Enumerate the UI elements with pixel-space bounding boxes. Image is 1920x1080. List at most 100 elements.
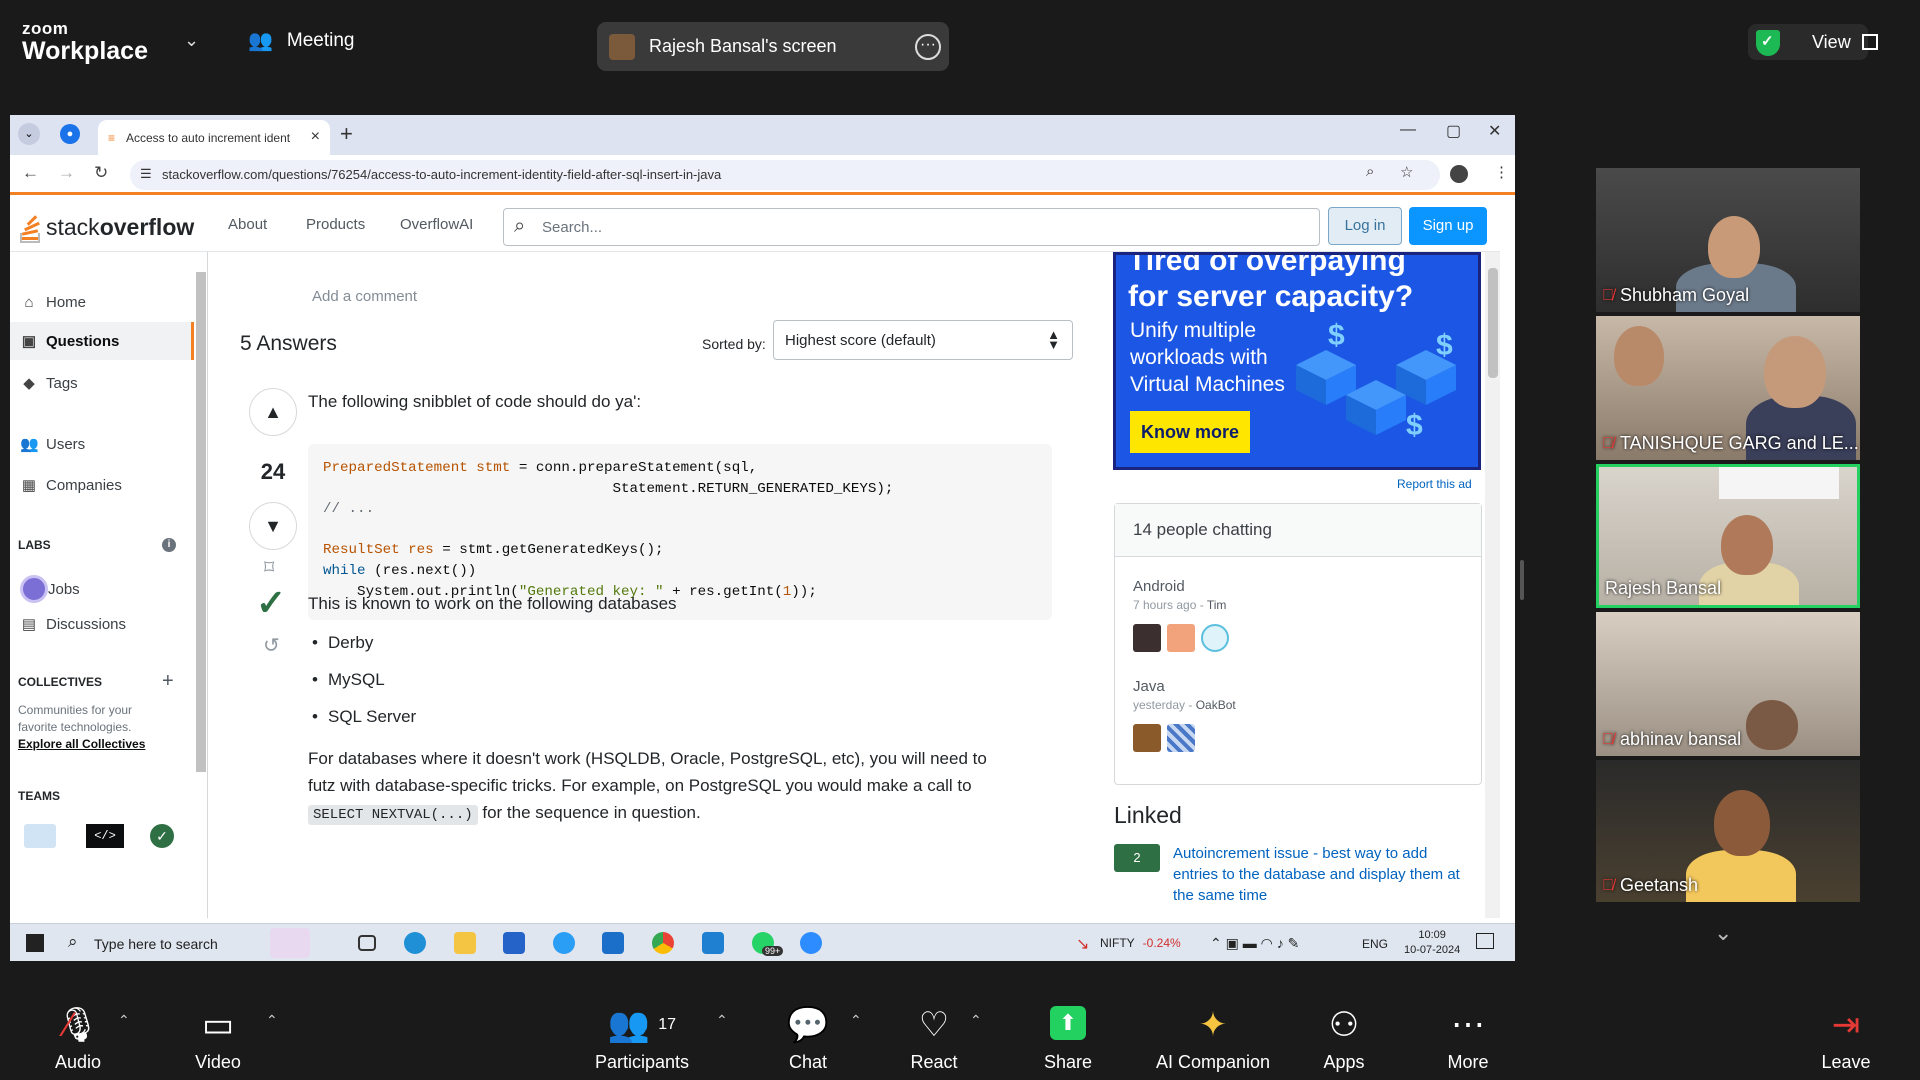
profile-icon[interactable]: ● <box>60 124 80 144</box>
url-field[interactable]: ☰ stackoverflow.com/questions/76254/acce… <box>130 160 1440 190</box>
close-window-icon[interactable]: ✕ <box>1488 121 1501 141</box>
participant-tile[interactable]: 🎙̸ Geetansh <box>1596 760 1860 902</box>
nav-overflowai[interactable]: OverflowAI <box>400 216 473 233</box>
edge-icon[interactable] <box>404 932 426 954</box>
nifty-ticker[interactable]: NIFTY -0.24% <box>1100 936 1181 950</box>
more-options-icon[interactable]: ··· <box>915 34 941 60</box>
audio-label: Audio <box>54 1052 102 1072</box>
maximize-icon[interactable]: ▢ <box>1446 121 1461 141</box>
minimize-icon[interactable]: — <box>1400 121 1416 139</box>
user-avatar[interactable] <box>1201 624 1229 652</box>
more-button[interactable]: ⋯ More <box>1430 990 1506 1080</box>
upvote-button[interactable]: ▲ <box>249 388 297 436</box>
add-comment-link[interactable]: Add a comment <box>312 288 417 305</box>
add-collective-icon[interactable]: + <box>162 670 174 693</box>
sidebar-item-users[interactable]: 👥 Users <box>20 435 85 454</box>
system-tray-icons[interactable]: ⌃ ▣ ▬ ◠ ♪ ✎ <box>1210 935 1299 952</box>
react-button[interactable]: ♡ React <box>896 990 972 1080</box>
share-button[interactable]: ⬆ Share <box>1014 990 1122 1080</box>
user-avatar[interactable] <box>1133 724 1161 752</box>
language-indicator[interactable]: ENG <box>1362 937 1388 951</box>
audio-options-caret[interactable]: ⌃ <box>118 1012 130 1029</box>
sort-select[interactable]: Highest score (default) ▲ ▼ <box>773 320 1073 360</box>
search-highlight-icon[interactable] <box>270 928 310 958</box>
apps-button[interactable]: ⚇ Apps <box>1306 990 1382 1080</box>
so-logo[interactable]: stackoverflow <box>20 210 194 244</box>
sidebar-item-companies[interactable]: ▦ Companies <box>20 476 122 495</box>
sidebar-item-tags[interactable]: ◆ Tags <box>20 374 77 393</box>
participant-tile[interactable]: 🎙̸ abhinav bansal <box>1596 612 1860 756</box>
react-options-caret[interactable]: ⌃ <box>970 1012 982 1029</box>
sidebar-item-jobs[interactable]: Jobs <box>20 575 80 603</box>
report-ad-link[interactable]: Report this ad <box>1397 477 1472 491</box>
participants-button[interactable]: 👥 17 Participants <box>584 990 700 1080</box>
bookmark-icon[interactable]: ⌑ <box>264 555 274 580</box>
bookmark-star-icon[interactable]: ☆ <box>1400 163 1413 181</box>
security-shield-icon[interactable] <box>1756 30 1780 56</box>
signup-button[interactable]: Sign up <box>1409 207 1487 245</box>
new-tab-icon[interactable]: + <box>340 121 353 147</box>
screen-share-pill[interactable]: Rajesh Bansal's screen ··· <box>597 22 949 71</box>
task-view-icon[interactable] <box>358 935 376 951</box>
chevron-down-icon[interactable]: ⌄ <box>184 30 199 51</box>
advertisement[interactable]: Tired of overpaying for server capacity? … <box>1113 252 1481 470</box>
sidebar-item-questions[interactable]: ▣ Questions <box>20 332 119 351</box>
reload-icon[interactable]: ↻ <box>94 163 108 183</box>
audio-button[interactable]: 🎙 ⁄ Audio <box>40 990 116 1080</box>
zoom-app-icon[interactable] <box>800 932 822 954</box>
app-icon[interactable] <box>553 932 575 954</box>
file-explorer-icon[interactable] <box>454 932 476 954</box>
clock[interactable]: 10:09 10-07-2024 <box>1404 928 1460 958</box>
sidebar-item-discussions[interactable]: ▤ Discussions <box>20 615 126 634</box>
ai-companion-button[interactable]: ✦ AI Companion <box>1140 990 1286 1080</box>
chrome-icon[interactable] <box>652 932 674 954</box>
user-avatar[interactable] <box>1167 624 1195 652</box>
downvote-button[interactable]: ▼ <box>249 502 297 550</box>
browser-menu-icon[interactable]: ⋮ <box>1494 163 1509 181</box>
account-avatar-icon[interactable] <box>1450 165 1468 183</box>
login-button[interactable]: Log in <box>1328 207 1402 245</box>
leave-button[interactable]: ⇥ Leave <box>1808 990 1884 1080</box>
nav-about[interactable]: About <box>228 216 267 233</box>
panel-resize-handle[interactable] <box>1520 560 1524 600</box>
browser-tab[interactable]: ≡ Access to auto increment ident × <box>98 120 330 155</box>
chat-button[interactable]: 💬 Chat <box>770 990 846 1080</box>
tab-search-icon[interactable]: ⌄ <box>18 123 40 145</box>
back-icon[interactable]: ← <box>22 163 39 183</box>
chat-room-name[interactable]: Java <box>1133 678 1165 695</box>
participant-tile-active-speaker[interactable]: Rajesh Bansal <box>1596 464 1860 608</box>
user-avatar[interactable] <box>1167 724 1195 752</box>
info-icon[interactable]: i <box>162 538 176 552</box>
store-icon[interactable] <box>503 932 525 954</box>
answer-score: 24 <box>260 459 286 484</box>
view-grid-icon[interactable] <box>1862 34 1878 50</box>
chat-options-caret[interactable]: ⌃ <box>850 1012 862 1029</box>
mail-icon[interactable] <box>602 932 624 954</box>
notifications-icon[interactable] <box>1476 933 1494 949</box>
page-scroll-thumb[interactable] <box>1488 268 1498 378</box>
nav-products[interactable]: Products <box>306 216 365 233</box>
explore-collectives-link[interactable]: Explore all Collectives <box>18 737 145 751</box>
zoom-icon[interactable]: ⌕ <box>1366 163 1374 180</box>
search-input[interactable]: ⌕ Search... <box>503 208 1320 246</box>
participant-tile[interactable]: 🎙̸ Shubham Goyal <box>1596 168 1860 312</box>
close-tab-icon[interactable]: × <box>311 128 320 146</box>
sidebar-scrollbar[interactable] <box>196 272 206 772</box>
meeting-button[interactable]: 👥 Meeting <box>248 28 355 53</box>
video-button[interactable]: ▭ Video <box>180 990 256 1080</box>
view-button[interactable]: View <box>1812 32 1851 53</box>
ad-cta-button[interactable]: Know more <box>1130 411 1250 453</box>
vscode-icon[interactable] <box>702 932 724 954</box>
participants-options-caret[interactable]: ⌃ <box>716 1012 728 1029</box>
history-icon[interactable]: ↺ <box>263 633 280 658</box>
video-options-caret[interactable]: ⌃ <box>266 1012 278 1029</box>
linked-question-link[interactable]: Autoincrement issue - best way to add en… <box>1173 843 1473 906</box>
user-avatar[interactable] <box>1133 624 1161 652</box>
windows-start-icon[interactable] <box>26 934 44 952</box>
forward-icon[interactable]: → <box>58 163 75 183</box>
gallery-scroll-down-icon[interactable]: ⌄ <box>1714 920 1732 946</box>
sidebar-item-home[interactable]: ⌂ Home <box>20 294 86 311</box>
chat-room-name[interactable]: Android <box>1133 578 1185 595</box>
site-info-icon[interactable]: ☰ <box>140 166 152 182</box>
participant-tile[interactable]: 🎙̸ TANISHQUE GARG and LE... <box>1596 316 1860 460</box>
